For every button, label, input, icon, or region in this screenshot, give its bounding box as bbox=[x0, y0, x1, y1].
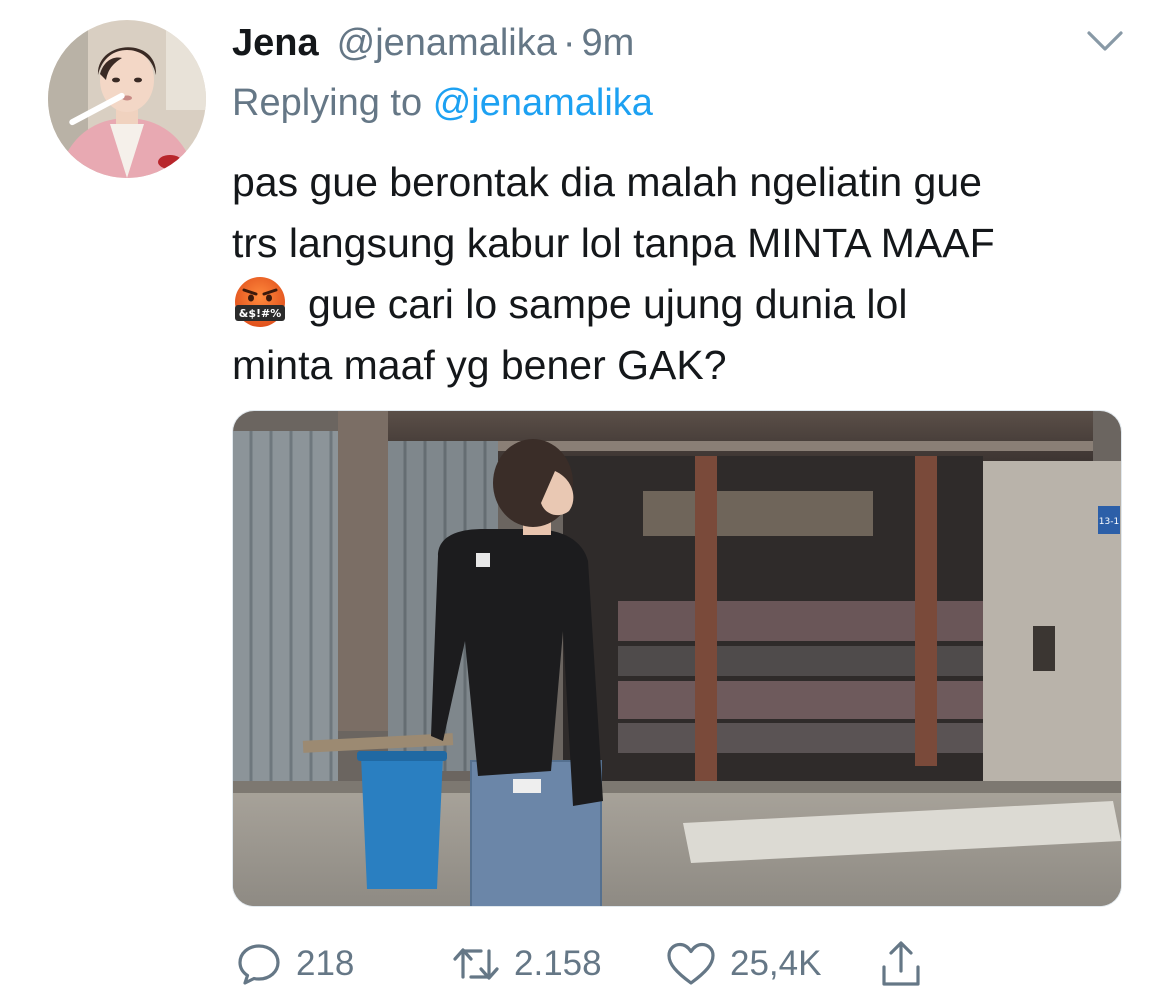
tweet-text: pas gue berontak dia malah ngeliatin gue… bbox=[232, 152, 1132, 396]
share-icon bbox=[882, 941, 920, 986]
replying-to-handle[interactable]: @jenamalika bbox=[433, 82, 653, 124]
emoji-symbol-text: &$!#% bbox=[239, 307, 282, 320]
author-display-name[interactable]: Jena bbox=[232, 18, 319, 68]
avatar[interactable] bbox=[48, 20, 206, 178]
tweet-photo[interactable]: 13-1 bbox=[232, 410, 1122, 907]
tweet-header: Jena @jenamalika · 9m bbox=[232, 18, 634, 68]
like-button[interactable]: 25,4K bbox=[666, 934, 821, 994]
tweet-text-line: pas gue berontak dia malah ngeliatin gue bbox=[232, 159, 982, 205]
tweet-text-line: minta maaf yg bener GAK? bbox=[232, 342, 727, 388]
retweet-button[interactable]: 2.158 bbox=[452, 934, 602, 994]
tweet-timestamp[interactable]: 9m bbox=[582, 18, 635, 68]
face-with-symbols-on-mouth-emoji: &$!#% bbox=[235, 277, 285, 327]
tweet-text-line-with-emoji: &$!#% gue cari lo sampe ujung dunia lol bbox=[232, 274, 1132, 335]
reply-button[interactable]: 218 bbox=[236, 934, 354, 994]
tweet-text-line: trs langsung kabur lol tanpa MINTA MAAF bbox=[232, 220, 995, 266]
author-handle[interactable]: @jenamalika bbox=[337, 18, 557, 68]
separator-dot: · bbox=[562, 22, 576, 64]
more-options-button[interactable] bbox=[1086, 28, 1124, 54]
share-button[interactable] bbox=[880, 934, 922, 994]
like-count: 25,4K bbox=[730, 944, 822, 983]
retweet-icon bbox=[453, 948, 499, 980]
replying-to-label: Replying to bbox=[232, 82, 423, 124]
tweet-actions: 218 2.158 25,4K bbox=[232, 934, 1122, 994]
tweet-text-line: gue cari lo sampe ujung dunia lol bbox=[308, 281, 908, 327]
speech-bubble-icon bbox=[238, 944, 280, 985]
replying-to: Replying to @jenamalika bbox=[232, 79, 653, 127]
photo-sign-text: 13-1 bbox=[1099, 517, 1119, 527]
reply-count: 218 bbox=[296, 944, 355, 983]
chevron-down-icon bbox=[1087, 31, 1123, 51]
retweet-count: 2.158 bbox=[514, 944, 602, 983]
heart-icon bbox=[667, 942, 715, 985]
